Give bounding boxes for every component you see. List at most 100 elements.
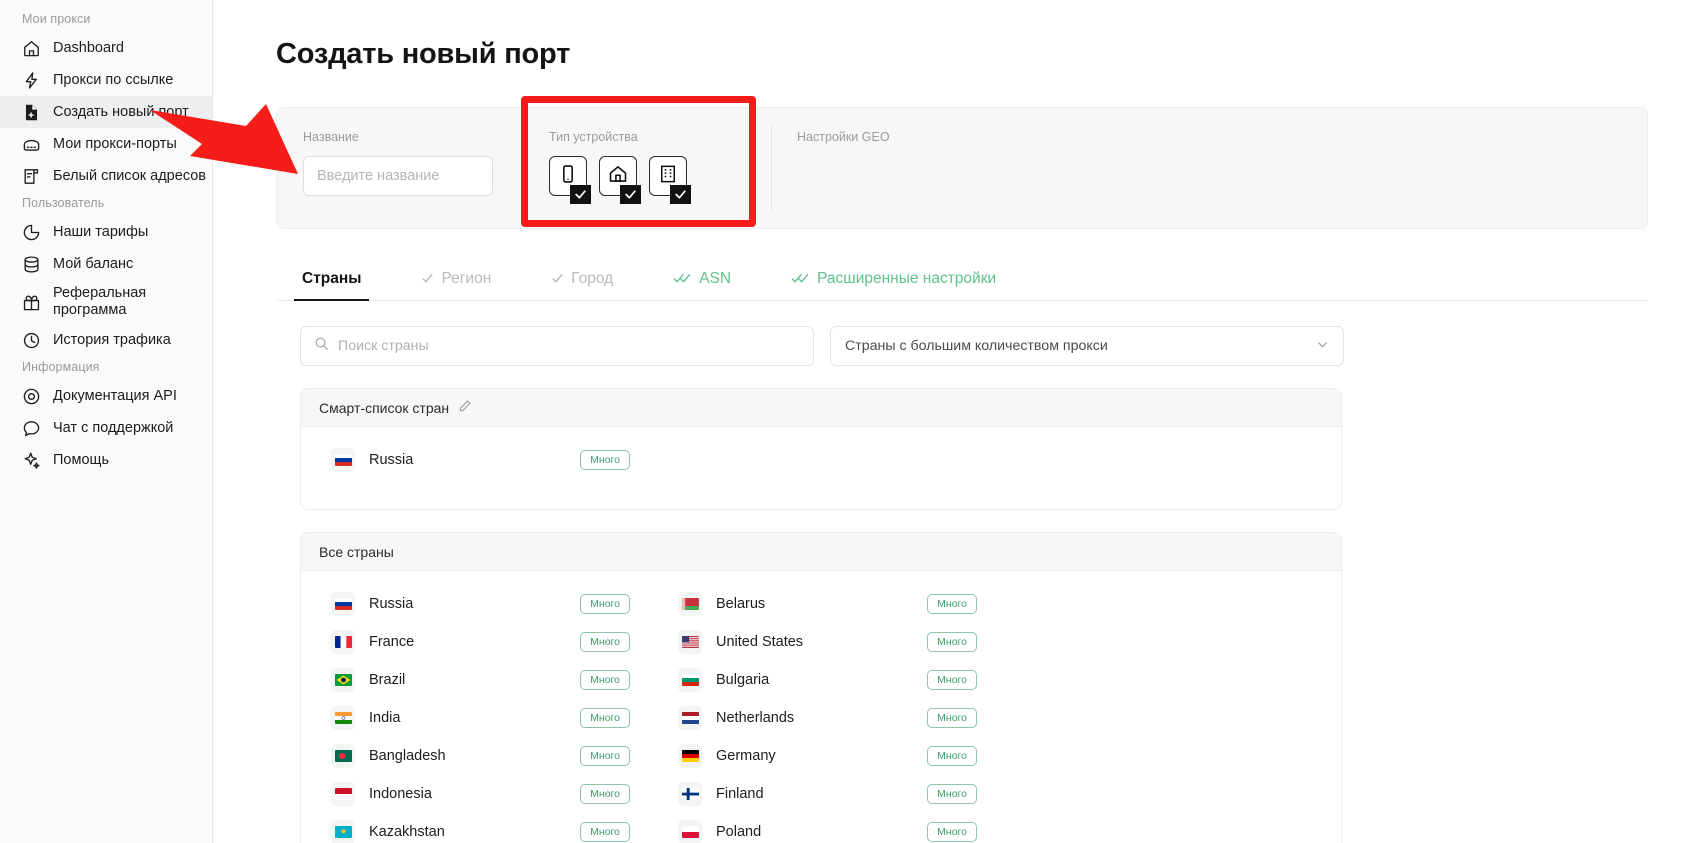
clock-icon — [22, 331, 41, 350]
check-badge-mobile[interactable] — [570, 185, 591, 204]
tab-asn[interactable]: ASN — [671, 257, 733, 300]
name-label: Название — [303, 130, 359, 144]
file-plus-icon — [22, 103, 41, 122]
country-name: Finland — [716, 786, 764, 802]
country-row[interactable]: Russia Много — [301, 585, 648, 623]
sidebar-item-мой-баланс[interactable]: Мой баланс — [0, 248, 212, 280]
device-option-datacenter[interactable] — [649, 156, 691, 204]
check-icon — [551, 272, 564, 285]
sidebar-item-label: История трафика — [53, 331, 171, 348]
tab-advanced[interactable]: Расширенные настройки — [789, 257, 998, 300]
chevron-down-icon — [1316, 338, 1329, 355]
country-row[interactable]: Kazakhstan Много — [301, 813, 648, 843]
search-input[interactable] — [338, 338, 800, 354]
country-name: United States — [716, 634, 804, 650]
country-name: India — [369, 710, 401, 726]
sidebar-item-label: Реферальная программа — [53, 285, 147, 318]
sidebar-item-прокси-по-ссылке[interactable]: Прокси по ссылке — [0, 64, 212, 96]
search-icon — [314, 336, 329, 356]
country-row[interactable]: Belarus Много — [648, 585, 995, 623]
availability-badge: Много — [580, 783, 630, 805]
sidebar-group-title: Пользователь — [22, 196, 105, 210]
server-icon — [22, 135, 41, 154]
availability-badge: Много — [580, 449, 630, 471]
sidebar-item-белый-список-адресов[interactable]: Белый список адресов — [0, 160, 212, 192]
geo-tabs: Страны Регион Город ASN Расширенные настройк… — [276, 257, 1648, 301]
sidebar-item-помощь[interactable]: Помощь — [0, 444, 212, 476]
sparkle-icon — [22, 451, 41, 470]
flag-icon-fi — [678, 782, 702, 806]
filter-row: Страны с большим количеством прокси — [276, 326, 1648, 366]
device-option-mobile[interactable] — [549, 156, 591, 204]
country-row[interactable]: Bulgaria Много — [648, 661, 995, 699]
flag-icon-br — [331, 668, 355, 692]
tab-label: Город — [571, 269, 614, 287]
pie-icon — [22, 223, 41, 242]
country-row[interactable]: Finland Много — [648, 775, 995, 813]
smart-list-header: Смарт-список стран — [301, 389, 1341, 427]
availability-badge: Много — [580, 707, 630, 729]
sidebar-item-label: Белый список адресов — [53, 167, 206, 184]
sidebar-item-создать-новый-порт[interactable]: Создать новый порт — [0, 96, 212, 128]
availability-badge: Много — [580, 593, 630, 615]
availability-badge: Много — [927, 631, 977, 653]
availability-badge: Много — [580, 745, 630, 767]
geo-settings-label: Настройки GEO — [797, 130, 890, 144]
app-root: Мои прокси Dashboard Прокси по ссылке Созда… — [0, 0, 1688, 843]
country-row[interactable]: Indonesia Много — [301, 775, 648, 813]
country-row[interactable]: Netherlands Много — [648, 699, 995, 737]
country-name: France — [369, 634, 415, 650]
sidebar-item-наши-тарифы[interactable]: Наши тарифы — [0, 216, 212, 248]
availability-badge: Много — [927, 821, 977, 843]
sidebar-item-label: Чат с поддержкой — [53, 419, 174, 436]
country-row[interactable]: Poland Много — [648, 813, 995, 843]
country-row[interactable]: Bangladesh Много — [301, 737, 648, 775]
flag-icon-kz — [331, 820, 355, 843]
country-name: Netherlands — [716, 710, 795, 726]
sidebar-item-документация-api[interactable]: Документация API — [0, 380, 212, 412]
sidebar-group-title: Информация — [22, 360, 100, 374]
all-countries-title: Все страны — [319, 543, 394, 560]
port-name-input[interactable] — [303, 156, 493, 196]
tab-label: ASN — [699, 269, 732, 287]
sort-select[interactable]: Страны с большим количеством прокси — [830, 326, 1344, 366]
country-row[interactable]: United States Много — [648, 623, 995, 661]
sidebar-item-мои-прокси-порты[interactable]: Мои прокси-порты — [0, 128, 212, 160]
check-icon — [675, 190, 686, 199]
sidebar-item-реферальная-программа[interactable]: Реферальная программа — [0, 280, 212, 324]
country-row[interactable]: Germany Много — [648, 737, 995, 775]
sidebar-item-чат-с-поддержкой[interactable]: Чат с поддержкой — [0, 412, 212, 444]
sidebar-item-label: Документация API — [53, 387, 177, 404]
availability-badge: Много — [927, 745, 977, 767]
tab-city[interactable]: Город — [549, 257, 615, 300]
country-row[interactable]: Russia Много — [301, 441, 648, 479]
flag-icon-ru — [331, 592, 355, 616]
country-name: Brazil — [369, 672, 406, 688]
sidebar-item-label: Помощь — [53, 451, 110, 468]
flag-icon-nl — [678, 706, 702, 730]
tab-region[interactable]: Регион — [419, 257, 493, 300]
flag-icon-by — [678, 592, 702, 616]
sidebar-item-dashboard[interactable]: Dashboard — [0, 32, 212, 64]
sidebar-item-история-трафика[interactable]: История трафика — [0, 324, 212, 356]
check-icon — [575, 190, 586, 199]
list-icon — [22, 167, 41, 186]
double-check-icon — [673, 272, 692, 285]
flag-icon-us — [678, 630, 702, 654]
country-search[interactable] — [300, 326, 814, 366]
sort-select-value: Страны с большим количеством прокси — [845, 338, 1108, 354]
availability-badge: Много — [927, 783, 977, 805]
all-countries-panel: Все страны Russia Много Belarus Много France… — [300, 532, 1342, 843]
device-option-residential[interactable] — [599, 156, 641, 204]
check-icon — [421, 272, 434, 285]
all-countries-grid: Russia Много Belarus Много France Много United… — [301, 571, 1341, 843]
country-row[interactable]: France Много — [301, 623, 648, 661]
check-badge-residential[interactable] — [620, 185, 641, 204]
sidebar-item-label: Прокси по ссылке — [53, 71, 174, 88]
tab-countries[interactable]: Страны — [293, 257, 371, 301]
country-row[interactable]: India Много — [301, 699, 648, 737]
country-row[interactable]: Brazil Много — [301, 661, 648, 699]
check-badge-datacenter[interactable] — [670, 185, 691, 204]
country-name: Indonesia — [369, 786, 432, 802]
pencil-icon[interactable] — [458, 399, 472, 416]
